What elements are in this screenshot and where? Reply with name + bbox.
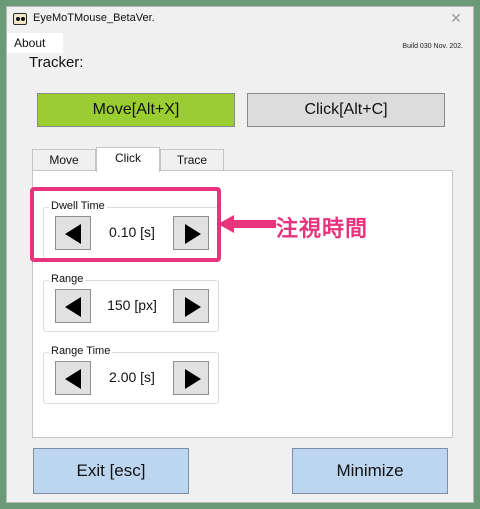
callout-arrow-icon xyxy=(218,215,276,233)
range-increase-button[interactable] xyxy=(173,289,209,323)
title-bar: EyeMoTMouse_BetaVer. ✕ xyxy=(7,7,473,33)
tab-click[interactable]: Click xyxy=(96,147,160,172)
exit-button[interactable]: Exit [esc] xyxy=(33,448,189,494)
triangle-right-icon xyxy=(185,297,201,317)
move-mode-button[interactable]: Move[Alt+X] xyxy=(37,93,235,127)
window-title: EyeMoTMouse_BetaVer. xyxy=(33,12,155,24)
build-label: Build 030 Nov. 202. xyxy=(402,43,463,50)
minimize-button[interactable]: Minimize xyxy=(292,448,448,494)
annotation-label: 注視時間 xyxy=(276,217,369,242)
tab-move[interactable]: Move xyxy=(32,149,96,171)
range-time-decrease-button[interactable] xyxy=(55,361,91,395)
range-group: Range 150 [px] xyxy=(43,273,219,332)
range-time-increase-button[interactable] xyxy=(173,361,209,395)
menu-about[interactable]: About xyxy=(7,33,63,53)
triangle-left-icon xyxy=(65,297,81,317)
tab-trace[interactable]: Trace xyxy=(160,149,224,171)
triangle-left-icon xyxy=(65,369,81,389)
range-label: Range xyxy=(49,273,86,285)
range-time-value: 2.00 [s] xyxy=(109,369,155,385)
eye-mascot-icon xyxy=(13,13,27,25)
range-time-group: Range Time 2.00 [s] xyxy=(43,345,219,404)
tracker-label: Tracker: xyxy=(29,54,84,71)
range-value: 150 [px] xyxy=(107,297,157,313)
range-decrease-button[interactable] xyxy=(55,289,91,323)
range-time-label: Range Time xyxy=(49,345,113,357)
close-icon[interactable]: ✕ xyxy=(447,10,465,28)
eye-right xyxy=(21,17,25,21)
eye-left xyxy=(16,17,20,21)
dwell-time-highlight-box xyxy=(30,187,221,262)
triangle-right-icon xyxy=(185,369,201,389)
click-mode-button[interactable]: Click[Alt+C] xyxy=(247,93,445,127)
